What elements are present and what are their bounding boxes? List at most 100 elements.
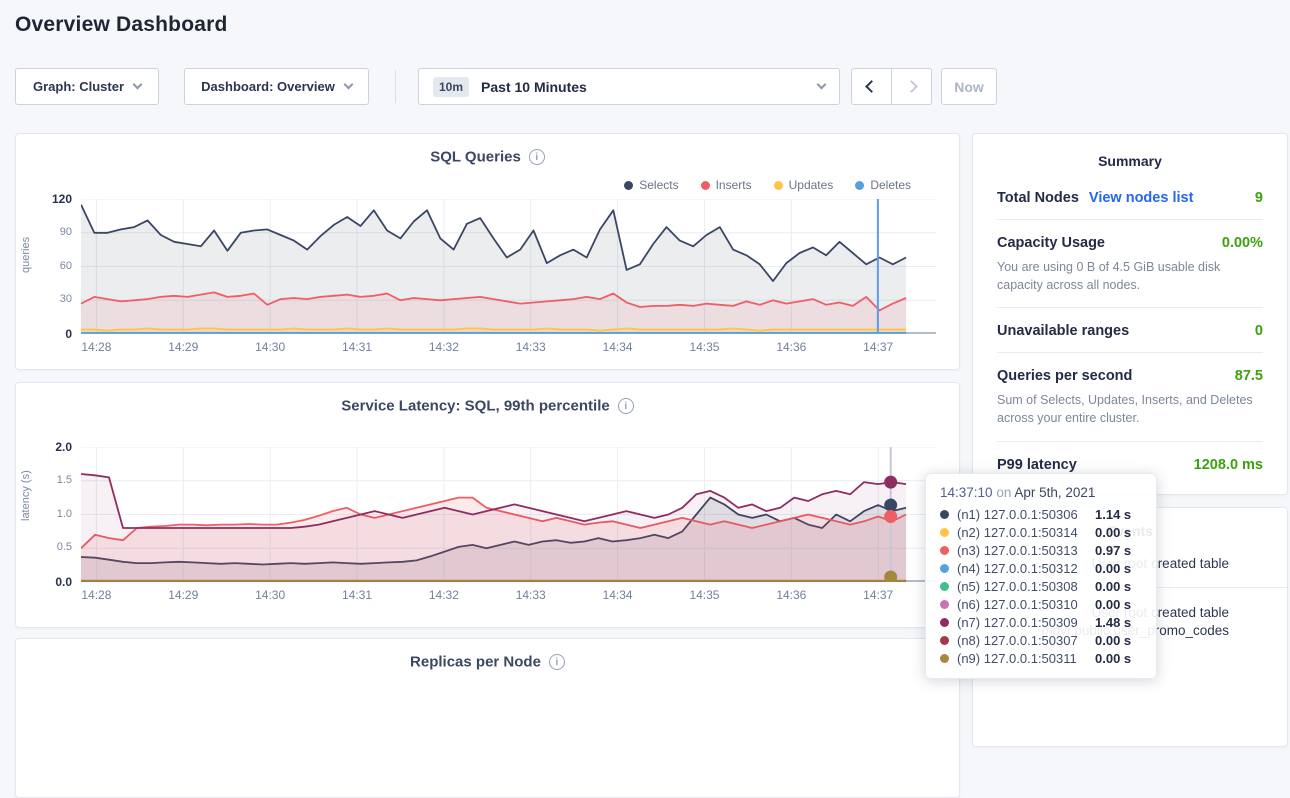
tooltip-node-label: (n2) 127.0.0.1:50314 [957, 525, 1095, 540]
crosshair-dot [884, 476, 897, 489]
summary-title: Summary [973, 134, 1287, 169]
toolbar-divider [395, 70, 396, 103]
tooltip-row: (n8) 127.0.0.1:503070.00 s [940, 631, 1142, 649]
summary-metric-caption: Sum of Selects, Updates, Inserts, and De… [997, 391, 1263, 427]
summary-row: Capacity Usage 0.00% You are using 0 B of … [997, 220, 1263, 308]
x-axis-tick: 14:31 [333, 588, 381, 602]
tooltip-row: (n6) 127.0.0.1:503100.00 s [940, 595, 1142, 613]
summary-metric-caption: You are using 0 B of 4.5 GiB usable disk… [997, 258, 1263, 294]
tooltip-node-value: 0.00 s [1095, 597, 1131, 612]
view-nodes-link[interactable]: View nodes list [1089, 190, 1194, 206]
x-axis-tick: 14:33 [507, 340, 555, 354]
y-axis-tick: 0.5 [16, 541, 72, 553]
tooltip-time: 14:37:10 [940, 485, 993, 500]
info-icon[interactable] [549, 654, 565, 670]
summary-row: Queries per second87.5Sum of Selects, Up… [997, 353, 1263, 441]
summary-metric-label: Total Nodes [997, 190, 1079, 206]
x-axis-tick: 14:32 [420, 588, 468, 602]
plot-area [81, 447, 936, 582]
summary-row-head: Unavailable ranges0 [997, 323, 1263, 339]
chevron-down-icon [133, 80, 143, 90]
summary-metric-label: Queries per second [997, 368, 1132, 384]
sql-queries-chart[interactable]: 120906030014:2814:2914:3014:3114:3214:33… [16, 134, 959, 369]
dashboard-dropdown[interactable]: Dashboard: Overview [184, 68, 369, 105]
summary-metric-label: Capacity Usage [997, 235, 1105, 251]
y-axis-tick: 30 [16, 293, 72, 305]
x-axis-tick: 14:30 [246, 340, 294, 354]
tooltip-row: (n2) 127.0.0.1:503140.00 s [940, 523, 1142, 541]
x-axis-tick: 14:29 [159, 588, 207, 602]
x-axis-tick: 14:32 [420, 340, 468, 354]
crosshair-dot [884, 499, 897, 512]
tooltip-row: (n3) 127.0.0.1:503130.97 s [940, 541, 1142, 559]
tooltip-row: (n1) 127.0.0.1:503061.14 s [940, 505, 1142, 523]
plot-area [81, 199, 936, 334]
tooltip-node-label: (n9) 127.0.0.1:50311 [957, 651, 1095, 666]
summary-metric-label: P99 latency [997, 457, 1077, 473]
tooltip-row: (n4) 127.0.0.1:503120.00 s [940, 559, 1142, 577]
chart-title: Replicas per Node [410, 653, 541, 670]
summary-metric-label: Unavailable ranges [997, 323, 1129, 339]
summary-metric-value: 1208.0 ms [1194, 457, 1263, 473]
chevron-right-icon [905, 80, 918, 93]
summary-row-head: Capacity Usage 0.00% [997, 235, 1263, 251]
tooltip-rows: (n1) 127.0.0.1:503061.14 s(n2) 127.0.0.1… [940, 505, 1142, 667]
node-color-dot-icon [940, 600, 949, 609]
service-latency-chart[interactable]: 2.01.51.00.50.014:2814:2914:3014:3114:32… [16, 383, 959, 627]
node-color-dot-icon [940, 546, 949, 555]
y-axis-label: queries [20, 257, 32, 273]
now-button[interactable]: Now [941, 68, 997, 105]
chevron-down-icon [343, 80, 353, 90]
node-color-dot-icon [940, 618, 949, 627]
time-nav-group [851, 68, 932, 105]
time-range-dropdown[interactable]: 10m Past 10 Minutes [418, 68, 840, 105]
tooltip-node-label: (n6) 127.0.0.1:50310 [957, 597, 1095, 612]
x-axis-tick: 14:37 [854, 588, 902, 602]
x-axis-tick: 14:35 [680, 340, 728, 354]
tooltip-node-label: (n8) 127.0.0.1:50307 [957, 633, 1095, 648]
crosshair-dot [884, 510, 897, 523]
dashboard-dropdown-label: Dashboard: Overview [201, 79, 335, 94]
x-axis-tick: 14:34 [594, 588, 642, 602]
tooltip-node-label: (n3) 127.0.0.1:50313 [957, 543, 1095, 558]
tooltip-on: on [996, 485, 1011, 500]
summary-panel: Summary Total NodesView nodes list9Capac… [972, 133, 1288, 495]
tooltip-date: Apr 5th, 2021 [1014, 485, 1095, 500]
x-axis-tick: 14:33 [507, 588, 555, 602]
node-color-dot-icon [940, 528, 949, 537]
tooltip-node-label: (n1) 127.0.0.1:50306 [957, 507, 1095, 522]
tooltip-row: (n5) 127.0.0.1:503080.00 s [940, 577, 1142, 595]
tooltip-node-label: (n4) 127.0.0.1:50312 [957, 561, 1095, 576]
x-axis-tick: 14:36 [767, 340, 815, 354]
node-color-dot-icon [940, 582, 949, 591]
chevron-left-icon [865, 80, 878, 93]
chevron-down-icon [817, 80, 827, 90]
summary-row: Total NodesView nodes list9 [997, 175, 1263, 220]
y-axis-tick: 2.0 [16, 440, 72, 454]
summary-row: Unavailable ranges0 [997, 308, 1263, 353]
x-axis-tick: 14:28 [72, 340, 120, 354]
chart-svg [81, 447, 936, 582]
y-axis-tick: 0 [16, 327, 72, 341]
time-next-button[interactable] [892, 68, 932, 105]
graph-dropdown[interactable]: Graph: Cluster [15, 68, 159, 105]
summary-row-head: P99 latency 1208.0 ms [997, 457, 1263, 473]
chart-hover-tooltip: 14:37:10 on Apr 5th, 2021 (n1) 127.0.0.1… [925, 473, 1157, 679]
x-axis-tick: 14:31 [333, 340, 381, 354]
tooltip-node-value: 1.14 s [1095, 507, 1131, 522]
tooltip-node-label: (n5) 127.0.0.1:50308 [957, 579, 1095, 594]
replicas-per-node-card: Replicas per Node [15, 638, 960, 798]
tooltip-node-value: 0.00 s [1095, 651, 1131, 666]
summary-row-head: Total NodesView nodes list9 [997, 190, 1263, 206]
tooltip-header: 14:37:10 on Apr 5th, 2021 [940, 485, 1142, 500]
summary-rows: Total NodesView nodes list9Capacity Usag… [973, 169, 1287, 486]
chart-svg [81, 199, 936, 334]
x-axis-tick: 14:36 [767, 588, 815, 602]
node-color-dot-icon [940, 654, 949, 663]
node-color-dot-icon [940, 510, 949, 519]
time-range-label: Past 10 Minutes [481, 79, 587, 95]
summary-metric-value: 0.00% [1222, 235, 1263, 251]
x-axis-tick: 14:28 [72, 588, 120, 602]
time-prev-button[interactable] [851, 68, 892, 105]
time-range-badge: 10m [433, 77, 469, 97]
